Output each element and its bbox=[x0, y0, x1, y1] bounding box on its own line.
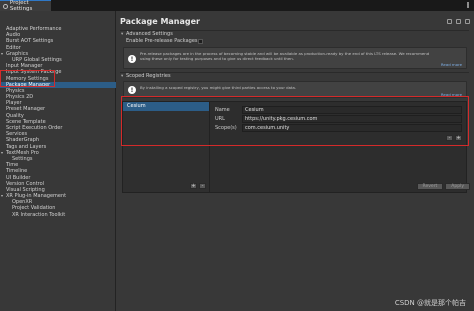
sidebar-item-label: Timeline bbox=[6, 168, 28, 175]
url-field[interactable]: https://unity.pkg.cesium.com bbox=[242, 115, 462, 123]
prerelease-row: Enable Pre-release Packages bbox=[120, 38, 469, 45]
sidebar-item-label: Editor bbox=[6, 44, 21, 51]
sidebar-item-label: Player bbox=[6, 100, 22, 107]
sidebar-item-label: Quality bbox=[6, 112, 24, 119]
sidebar-item-label: Tags and Layers bbox=[6, 143, 47, 150]
sidebar-item-label: Input Manager bbox=[6, 63, 43, 70]
warning-icon: ! bbox=[128, 86, 136, 94]
sidebar-item-label: Project Validation bbox=[12, 205, 56, 212]
advanced-settings-header[interactable]: Advanced Settings bbox=[120, 31, 469, 38]
sidebar-item-label: Adaptive Performance bbox=[6, 26, 62, 32]
prerelease-read-more-link[interactable]: Read more bbox=[441, 62, 462, 67]
registry-form: Name Cesium URL https://unity.pkg.cesium… bbox=[215, 106, 462, 133]
sidebar-item-label: Physics bbox=[6, 87, 25, 94]
registry-item-cesium[interactable]: Cesium bbox=[123, 102, 209, 111]
sidebar-item-label: Burst AOT Settings bbox=[6, 38, 54, 45]
more-options-icon[interactable] bbox=[465, 2, 471, 8]
prerelease-label: Enable Pre-release Packages bbox=[126, 38, 198, 44]
warning-icon: ! bbox=[128, 55, 136, 63]
url-label: URL bbox=[215, 116, 225, 122]
sidebar-item-label: Time bbox=[6, 162, 19, 169]
apply-button[interactable]: Apply bbox=[445, 183, 470, 190]
sidebar-item-label: UI Builder bbox=[6, 174, 31, 181]
header-icons bbox=[447, 19, 470, 24]
sidebar-item-label: Physics 2D bbox=[6, 94, 34, 101]
sidebar-item-xr-interaction-toolkit[interactable]: XR Interaction Toolkit bbox=[0, 212, 116, 218]
scope-label: Scope(s) bbox=[215, 125, 237, 131]
scope-field[interactable]: com.cesium.unity bbox=[242, 124, 462, 132]
sidebar-item-label: XR Interaction Toolkit bbox=[12, 211, 66, 218]
registries-panel: Cesium Name Cesium URL https://unity.pkg… bbox=[122, 101, 467, 193]
sidebar-item-label: Audio bbox=[6, 32, 21, 39]
remove-scope-button[interactable]: - bbox=[446, 135, 453, 141]
prerelease-help-text: Pre-release packages are in the process … bbox=[140, 51, 430, 61]
sidebar-item-label: Preset Manager bbox=[6, 106, 46, 113]
sidebar-item-label: XR Plug-in Management bbox=[6, 193, 67, 200]
preset-icon[interactable] bbox=[456, 19, 461, 24]
sidebar: Adaptive Performance Audio Burst AOT Setti… bbox=[0, 11, 116, 311]
scope-row: Scope(s) com.cesium.unity bbox=[215, 124, 462, 133]
add-registry-button[interactable]: + bbox=[190, 183, 197, 189]
window-controls bbox=[465, 2, 471, 8]
sidebar-item-label: Services bbox=[6, 131, 28, 138]
sidebar-item-label: Script Execution Order bbox=[6, 125, 63, 131]
sidebar-item-label: Graphics bbox=[6, 50, 29, 57]
name-row: Name Cesium bbox=[215, 106, 462, 115]
sidebar-item-label: TextMesh Pro bbox=[6, 149, 39, 156]
remove-registry-button[interactable]: - bbox=[199, 183, 206, 189]
sidebar-item-label: Version Control bbox=[6, 180, 45, 187]
sidebar-item-label: ShaderGraph bbox=[6, 137, 40, 144]
scoped-help-text: By installing a scoped registry, you mig… bbox=[140, 85, 297, 90]
sidebar-item-label: Settings bbox=[12, 155, 33, 162]
sidebar-item-label: Input System Package bbox=[6, 69, 62, 76]
gear-icon bbox=[3, 3, 8, 9]
form-buttons: Revert Apply bbox=[416, 183, 470, 190]
main-panel: Package Manager Advanced Settings Enable… bbox=[117, 11, 474, 311]
scope-buttons: - + bbox=[446, 135, 462, 141]
url-row: URL https://unity.pkg.cesium.com bbox=[215, 115, 462, 124]
sidebar-item-label: OpenXR bbox=[12, 199, 33, 206]
sidebar-item-label: Visual Scripting bbox=[6, 186, 45, 193]
advanced-settings-section: Advanced Settings Enable Pre-release Pac… bbox=[120, 30, 469, 45]
registry-list-buttons: + - bbox=[190, 183, 206, 189]
sidebar-item-label: Scene Template bbox=[6, 118, 46, 125]
sidebar-item-label: Memory Settings bbox=[6, 75, 49, 82]
prerelease-checkbox[interactable] bbox=[198, 39, 203, 44]
help-icon[interactable] bbox=[447, 19, 452, 24]
watermark: CSDN @就是那个帕吉 bbox=[394, 299, 466, 307]
scoped-help-box: ! By installing a scoped registry, you m… bbox=[123, 81, 467, 98]
add-scope-button[interactable]: + bbox=[455, 135, 462, 141]
sidebar-item-label: Package Manager bbox=[6, 81, 51, 88]
page-title: Package Manager bbox=[120, 17, 200, 26]
sidebar-list: Adaptive Performance Audio Burst AOT Setti… bbox=[0, 26, 116, 218]
prerelease-help-box: ! Pre-release packages are in the proces… bbox=[123, 47, 467, 69]
menu-icon[interactable] bbox=[465, 19, 470, 24]
scoped-registries-header[interactable]: Scoped Registries bbox=[120, 73, 469, 80]
window-tab-bar: Project Settings bbox=[0, 0, 474, 12]
scoped-read-more-link[interactable]: Read more bbox=[441, 92, 462, 97]
name-field[interactable]: Cesium bbox=[242, 106, 462, 114]
scoped-registries-section: Scoped Registries bbox=[120, 72, 469, 80]
tab-project-settings[interactable]: Project Settings bbox=[0, 0, 51, 12]
revert-button[interactable]: Revert bbox=[416, 183, 444, 190]
sidebar-item-label: URP Global Settings bbox=[12, 56, 62, 63]
registries-list: Cesium bbox=[123, 102, 210, 192]
name-label: Name bbox=[215, 107, 230, 113]
